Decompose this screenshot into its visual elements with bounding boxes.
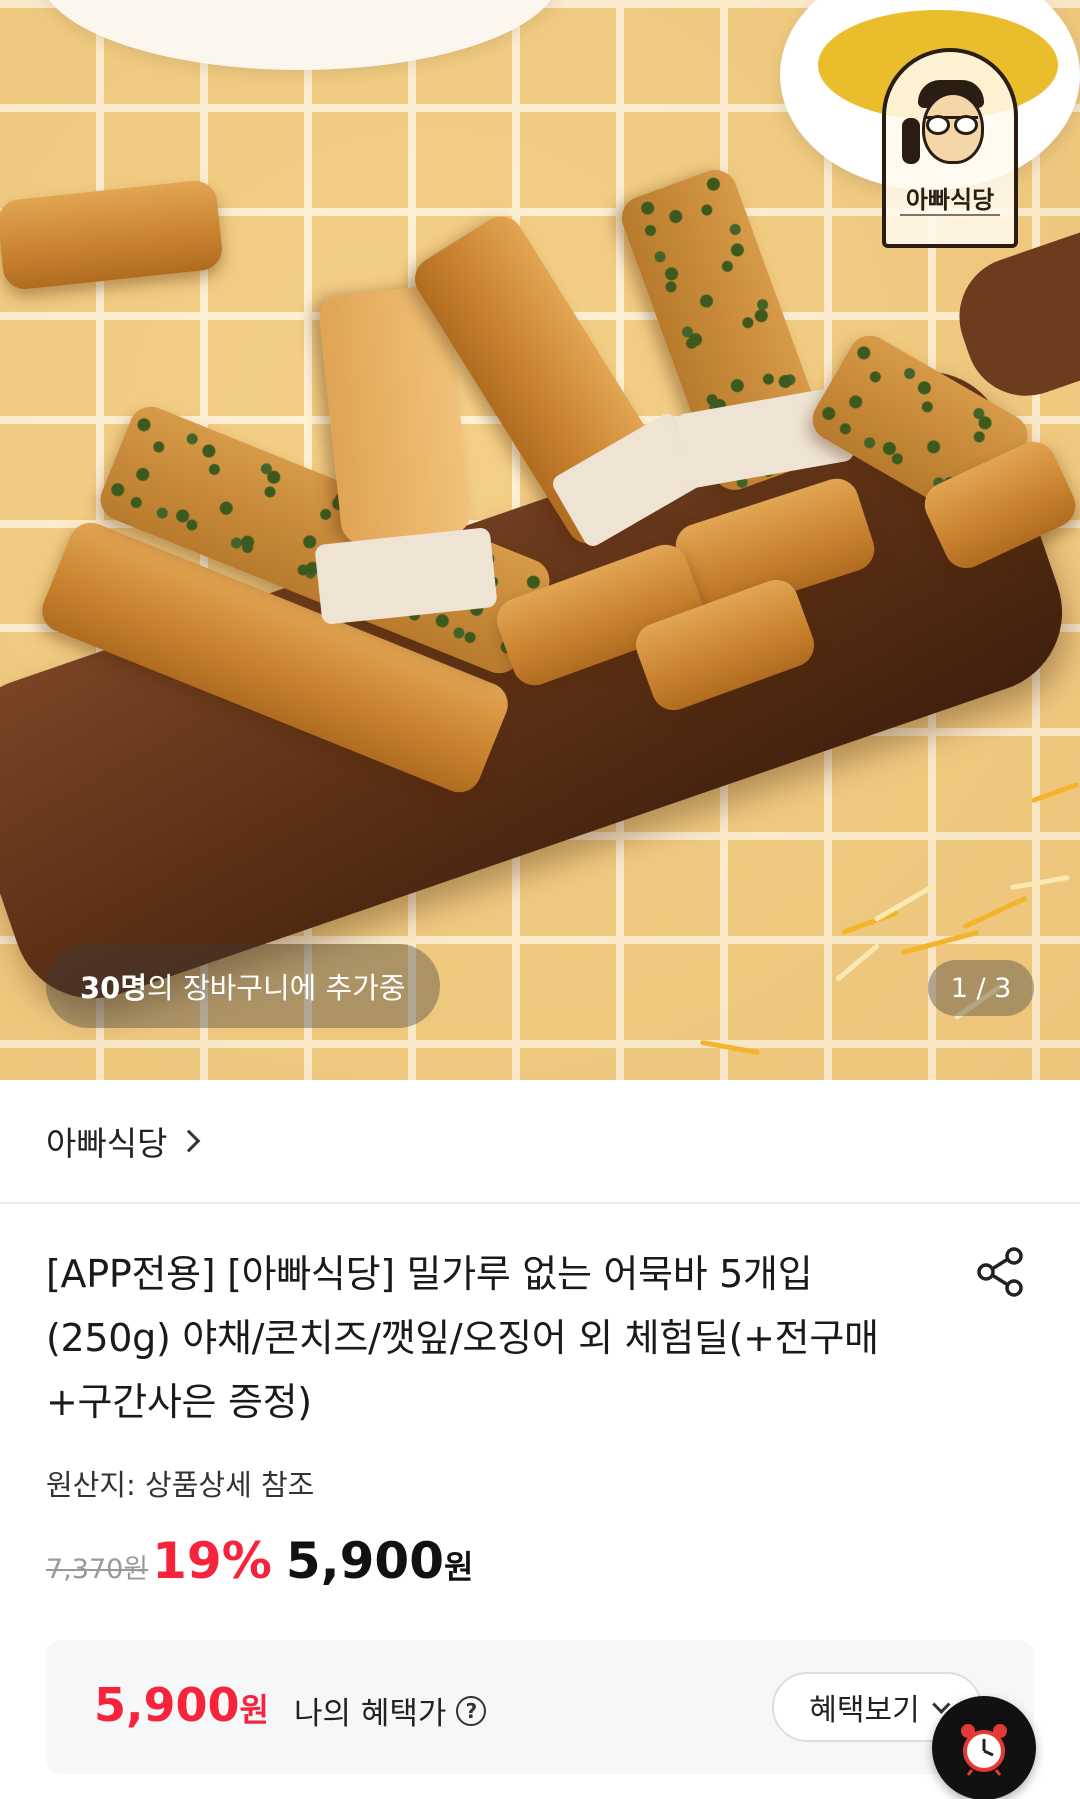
benefit-price-unit: 원 — [239, 1691, 269, 1729]
alarm-clock-button[interactable] — [932, 1696, 1036, 1799]
product-detail-page: 아빠식당 30명 의 장바구니에 추가중 1 / 3 아빠식당 [APP전용] … — [0, 0, 1080, 1799]
benefit-label: 나의 혜택가 ? — [294, 1688, 487, 1733]
logo-phone — [902, 118, 920, 164]
benefit-label-text: 나의 혜택가 — [294, 1696, 447, 1732]
cart-count-text: 의 장바구니에 추가중 — [147, 971, 406, 1005]
seller-name: 아빠식당 — [46, 1124, 168, 1163]
seller-link[interactable]: 아빠식당 — [0, 1080, 1080, 1204]
logo-glasses — [926, 115, 978, 135]
benefit-price-box: 5,900원 나의 혜택가 ? 혜택보기 — [46, 1640, 1034, 1774]
logo-subline — [900, 214, 1000, 216]
carousel-page-indicator: 1 / 3 — [928, 960, 1034, 1016]
view-benefits-label: 혜택보기 — [809, 1693, 920, 1728]
cart-count-badge: 30명 의 장바구니에 추가중 — [46, 944, 440, 1028]
product-image-carousel[interactable]: 아빠식당 30명 의 장바구니에 추가중 1 / 3 — [0, 0, 1080, 1080]
product-title: [APP전용] [아빠식당] 밀가루 없는 어묵바 5개입(250g) 야채/콘… — [46, 1252, 879, 1424]
chevron-right-icon — [178, 1129, 201, 1153]
alarm-clock-icon — [961, 1724, 1007, 1776]
brand-logo: 아빠식당 — [882, 48, 1018, 248]
share-icon[interactable] — [972, 1244, 1028, 1300]
benefit-price-value: 5,900 — [94, 1678, 240, 1732]
original-price: 7,370원 — [46, 1554, 149, 1585]
cart-count: 30명 — [80, 971, 148, 1005]
price-row: 7,370원 19% 5,900 원 — [46, 1532, 473, 1602]
origin-info: 원산지: 상품상세 참조 — [46, 1468, 315, 1502]
sale-price-unit: 원 — [443, 1548, 474, 1586]
sale-price: 5,900 — [285, 1532, 444, 1590]
help-icon[interactable]: ? — [456, 1695, 487, 1726]
benefit-price: 5,900원 — [94, 1678, 269, 1732]
logo-text: 아빠식당 — [905, 186, 995, 214]
discount-rate: 19% — [152, 1532, 272, 1590]
